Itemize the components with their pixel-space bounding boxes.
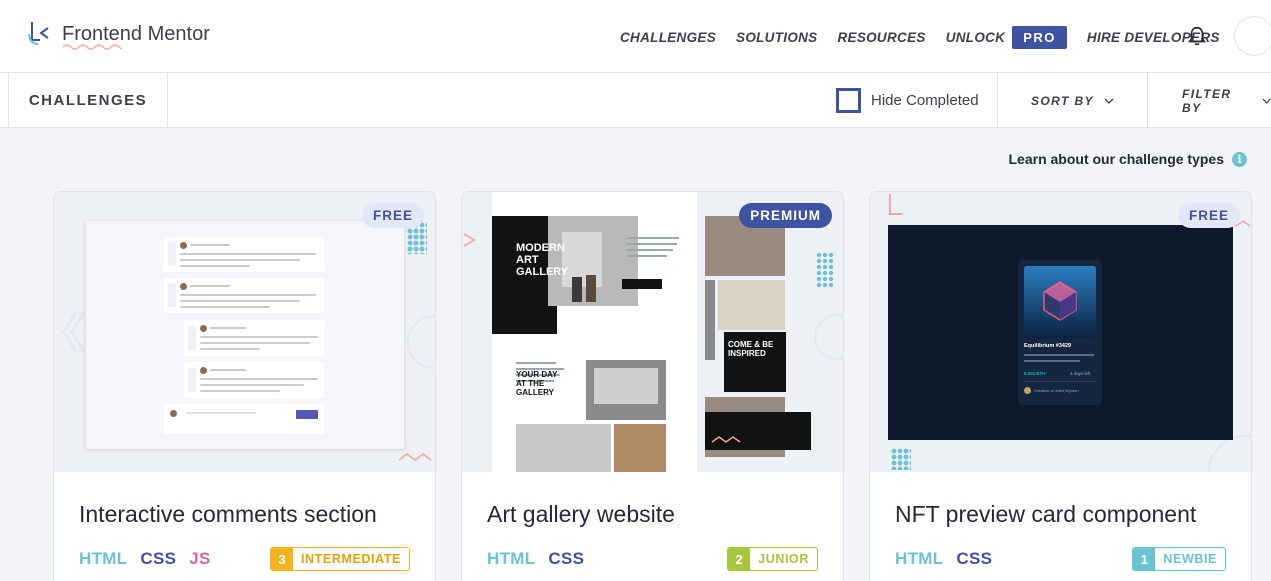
nav-solutions[interactable]: Solutions xyxy=(736,30,817,45)
free-badge: FREE xyxy=(361,203,424,228)
premium-badge: PREMIUM xyxy=(739,203,832,228)
difficulty-number: 3 xyxy=(270,548,293,570)
comments-mockup xyxy=(86,221,404,449)
filter-by-dropdown[interactable]: FILTER BY xyxy=(1147,73,1271,128)
card-title[interactable]: Art gallery website xyxy=(487,501,675,528)
card-body: Interactive comments section HTML CSS JS… xyxy=(54,472,435,581)
difficulty-badge: 3 INTERMEDIATE xyxy=(269,547,410,571)
card-preview-image[interactable]: Equilibrium #3429 0.041 ETH 3 days left … xyxy=(870,192,1251,472)
preview-heading-inspired: COME & BE INSPIRED xyxy=(728,340,774,358)
card-body: Art gallery website HTML CSS 2 JUNIOR xyxy=(462,472,843,581)
difficulty-label: INTERMEDIATE xyxy=(300,552,401,566)
section-title: CHALLENGES xyxy=(8,73,168,128)
challenge-types-link[interactable]: Learn about our challenge types i xyxy=(1008,151,1247,167)
avatar[interactable] xyxy=(1234,16,1271,56)
bell-icon[interactable] xyxy=(1186,25,1208,47)
difficulty-badge: 1 NEWBIE xyxy=(1132,547,1226,571)
nav-resources[interactable]: Resources xyxy=(837,30,925,45)
main-nav: Challenges Solutions Resources Unlock PR… xyxy=(620,26,1240,49)
nft-image xyxy=(1024,266,1096,338)
language-tags: HTML CSS xyxy=(895,549,1005,569)
difficulty-label: NEWBIE xyxy=(1163,552,1217,566)
card-title[interactable]: Interactive comments section xyxy=(79,501,377,528)
card-body: NFT preview card component HTML CSS 1 NE… xyxy=(870,472,1251,581)
tag-html: HTML xyxy=(895,549,944,568)
difficulty-badge: 2 JUNIOR xyxy=(727,547,818,571)
nft-card: Equilibrium #3429 0.041 ETH 3 days left … xyxy=(1018,260,1102,405)
chevron-down-icon xyxy=(1262,98,1271,104)
nft-time: 3 days left xyxy=(1070,371,1091,376)
tag-js: JS xyxy=(189,549,211,568)
nav-challenges[interactable]: Challenges xyxy=(620,30,716,45)
nav-unlock[interactable]: Unlock xyxy=(946,30,1006,45)
free-badge: FREE xyxy=(1177,203,1240,228)
tag-html: HTML xyxy=(79,549,128,568)
art-gallery-mockup xyxy=(462,192,843,472)
dots-decor xyxy=(891,448,911,470)
hide-completed-toggle[interactable]: Hide Completed xyxy=(822,73,997,128)
challenge-card[interactable]: MODERN ART GALLERY YOUR DAY AT THE GALLE… xyxy=(461,191,844,581)
challenge-types-label: Learn about our challenge types xyxy=(1008,151,1225,167)
card-title[interactable]: NFT preview card component xyxy=(895,501,1196,528)
pro-badge[interactable]: PRO xyxy=(1012,26,1067,49)
chevron-down-icon xyxy=(1104,98,1114,104)
preview-heading-day: YOUR DAY AT THE GALLERY xyxy=(516,370,558,397)
sort-by-dropdown[interactable]: SORT BY xyxy=(997,73,1147,128)
filter-bar: CHALLENGES Hide Completed SORT BY FILTER… xyxy=(0,73,1271,128)
challenge-card[interactable]: FREE Interactive comments section HTML C… xyxy=(53,191,436,581)
preview-heading-modern: MODERN ART GALLERY xyxy=(516,242,569,278)
tag-css: CSS xyxy=(140,549,177,568)
nft-title: Equilibrium #3429 xyxy=(1024,343,1072,349)
hide-completed-checkbox[interactable] xyxy=(836,88,861,113)
language-tags: HTML CSS JS xyxy=(79,549,224,569)
language-tags: HTML CSS xyxy=(487,549,597,569)
difficulty-number: 1 xyxy=(1133,548,1156,570)
difficulty-label: JUNIOR xyxy=(758,552,809,566)
filter-by-label: FILTER BY xyxy=(1182,86,1232,115)
tag-css: CSS xyxy=(956,549,993,568)
card-preview-image[interactable]: FREE xyxy=(54,192,435,472)
hide-completed-label: Hide Completed xyxy=(871,92,979,109)
nft-price: 0.041 ETH xyxy=(1024,371,1046,376)
nft-creator: Creation of Jules Wyvern xyxy=(1034,388,1079,393)
tag-html: HTML xyxy=(487,549,536,568)
logo-underline-squiggle xyxy=(62,44,122,50)
info-icon: i xyxy=(1232,151,1247,167)
difficulty-number: 2 xyxy=(728,548,751,570)
card-preview-image[interactable]: MODERN ART GALLERY YOUR DAY AT THE GALLE… xyxy=(462,192,843,472)
challenge-card[interactable]: Equilibrium #3429 0.041 ETH 3 days left … xyxy=(869,191,1252,581)
tag-css: CSS xyxy=(548,549,585,568)
top-navbar: Frontend Mentor Challenges Solutions Res… xyxy=(0,0,1271,73)
nft-mockup: Equilibrium #3429 0.041 ETH 3 days left … xyxy=(888,225,1233,440)
sort-by-label: SORT BY xyxy=(1031,93,1094,108)
